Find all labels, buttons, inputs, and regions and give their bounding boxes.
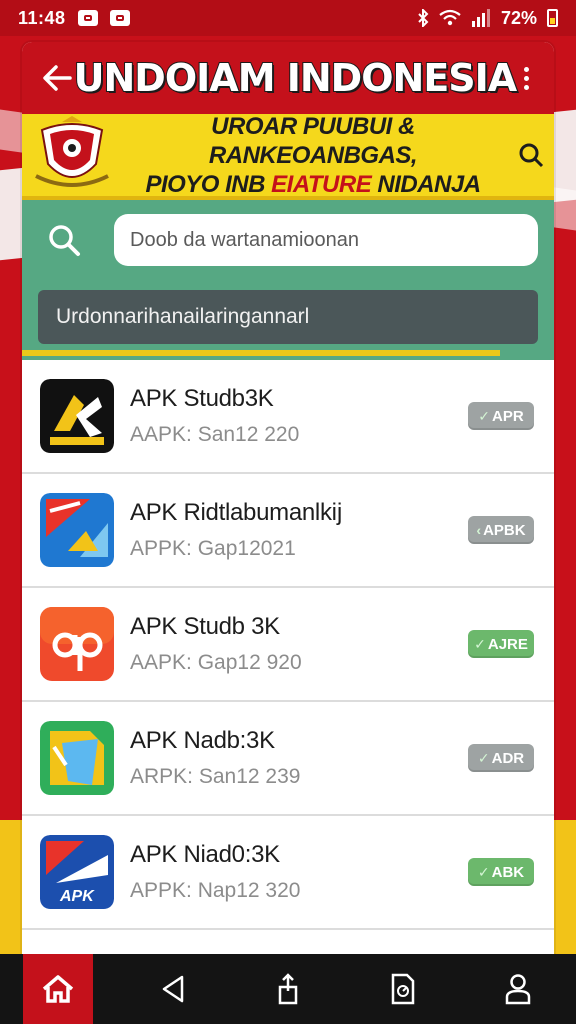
- check-icon: ✓: [477, 749, 490, 766]
- apk-badge-label: APBK: [483, 521, 526, 539]
- notification-icon: [109, 10, 130, 26]
- blue-apk-icon: APK: [40, 835, 114, 909]
- green-file-icon: [40, 721, 114, 795]
- category-dropdown[interactable]: Urdonnarihanailaringannarl: [38, 290, 538, 344]
- app-name: APK Nadb:3K: [130, 727, 275, 754]
- svg-text:APK: APK: [59, 888, 95, 905]
- more-options-icon[interactable]: [516, 66, 536, 90]
- category-label: Urdonnarihanailaringannarl: [56, 305, 310, 328]
- banner-line-2-accent: EIATURE: [271, 170, 372, 198]
- battery-icon: [547, 9, 558, 27]
- list-item[interactable]: APK Studb3K AAPK: San12 220 ✓ APR: [22, 360, 554, 474]
- blue-red-app-icon: [40, 493, 114, 567]
- battery-percent: 72%: [500, 7, 537, 28]
- signal-icon: [471, 9, 490, 27]
- black-yellow-k-icon: [40, 379, 114, 453]
- back-triangle-icon: [162, 975, 184, 1003]
- search-icon[interactable]: [38, 223, 90, 257]
- orange-ap-icon: [40, 607, 114, 681]
- nav-back[interactable]: [138, 957, 208, 1021]
- app-info: APK Studb3K AAPK: San12 220: [130, 385, 468, 447]
- status-indicators: 72%: [417, 8, 558, 29]
- app-window: UNDOIAM INDONESIA UROAR PUUBUI & RANKEOA…: [22, 42, 554, 954]
- app-version: AAPK: Gap12 920: [130, 651, 302, 674]
- nav-home[interactable]: [22, 954, 93, 1024]
- app-title: UNDOIAM INDONESIA: [73, 55, 519, 101]
- check-icon: ✓: [474, 635, 486, 652]
- banner-line-1: UROAR PUUBUI & RANKEOANBGAS,: [208, 112, 418, 169]
- apk-badge[interactable]: ✓ APR: [468, 402, 534, 430]
- apk-badge-label: ABK: [491, 863, 525, 881]
- apk-badge[interactable]: ✓ ADR: [468, 744, 534, 772]
- search-section: Urdonnarihanailaringannarl: [22, 200, 554, 360]
- bluetooth-icon: [418, 9, 429, 27]
- list-item[interactable]: APK Studb 3K AAPK: Gap12 920 ✓ AJRE: [22, 588, 554, 702]
- app-info: APK Niad0:3K APPK: Nap12 320: [130, 841, 468, 903]
- status-bar: 11:48 72%: [0, 0, 576, 36]
- banner-line-2-prefix: PIOYO INB: [145, 170, 272, 198]
- app-info: APK Ridtlabumanlkĳ APPK: Gap12021: [130, 499, 468, 561]
- apk-badge[interactable]: ✓ ABK: [468, 858, 534, 886]
- app-name: APK Niad0:3K: [130, 841, 280, 868]
- notification-icon: [77, 10, 98, 26]
- app-version: APPK: Nap12 320: [130, 879, 301, 902]
- apk-badge[interactable]: ✓ AJRE: [468, 630, 534, 658]
- list-item[interactable]: APK APK Niad0:3K APPK: Nap12 320 ✓ ABK: [22, 816, 554, 930]
- magnifier-icon: [519, 143, 544, 168]
- app-name: APK Studb3K: [130, 385, 274, 412]
- app-name: APK Studb 3K: [130, 613, 280, 640]
- check-icon: ✓: [478, 407, 491, 424]
- decorative-underline: [22, 350, 500, 356]
- app-list: APK Studb3K AAPK: San12 220 ✓ APR APK Rid…: [22, 360, 554, 930]
- apk-badge-label: AJRE: [487, 635, 528, 653]
- nav-share[interactable]: [253, 957, 323, 1021]
- status-time: 11:48: [18, 7, 66, 28]
- search-input[interactable]: [114, 214, 538, 266]
- banner-line-2: PIOYO INB EIATURE NIDANJA: [112, 170, 514, 199]
- profile-icon: [506, 974, 531, 1005]
- app-version: ARPK: San12 239: [130, 765, 301, 788]
- list-item[interactable]: APK Nadb:3K ARPK: San12 239 ✓ ADR: [22, 702, 554, 816]
- app-name: APK Ridtlabumanlkĳ: [130, 499, 343, 526]
- search-row: [38, 200, 538, 280]
- banner-headline: UROAR PUUBUI & RANKEOANBGAS, PIOYO INB E…: [112, 112, 514, 199]
- app-version: AAPK: San12 220: [130, 423, 300, 446]
- app-info: APK Studb 3K AAPK: Gap12 920: [130, 613, 468, 675]
- app-version: APPK: Gap12021: [130, 537, 296, 560]
- header-banner: UROAR PUUBUI & RANKEOANBGAS, PIOYO INB E…: [22, 112, 554, 200]
- check-icon: ✓: [477, 863, 490, 880]
- nav-file[interactable]: [368, 957, 438, 1021]
- back-arrow-icon[interactable]: [40, 61, 74, 95]
- list-item[interactable]: APK Ridtlabumanlkĳ APPK: Gap12021 ‹ APBK: [22, 474, 554, 588]
- nav-profile[interactable]: [483, 957, 553, 1021]
- app-info: APK Nadb:3K ARPK: San12 239: [130, 727, 468, 789]
- app-toolbar: UNDOIAM INDONESIA: [22, 42, 554, 114]
- crest-logo-icon: [35, 116, 109, 187]
- chevron-left-icon: ‹: [476, 522, 482, 538]
- file-icon: [391, 973, 415, 1005]
- wifi-icon: [439, 9, 461, 26]
- banner-line-2-suffix: NIDANJA: [371, 170, 481, 198]
- share-icon: [278, 973, 298, 1005]
- apk-badge-label: ADR: [491, 749, 525, 767]
- bottom-navigation: [0, 954, 576, 1024]
- apk-badge[interactable]: ‹ APBK: [468, 516, 534, 544]
- home-icon: [42, 975, 73, 1003]
- apk-badge-label: APR: [492, 407, 524, 425]
